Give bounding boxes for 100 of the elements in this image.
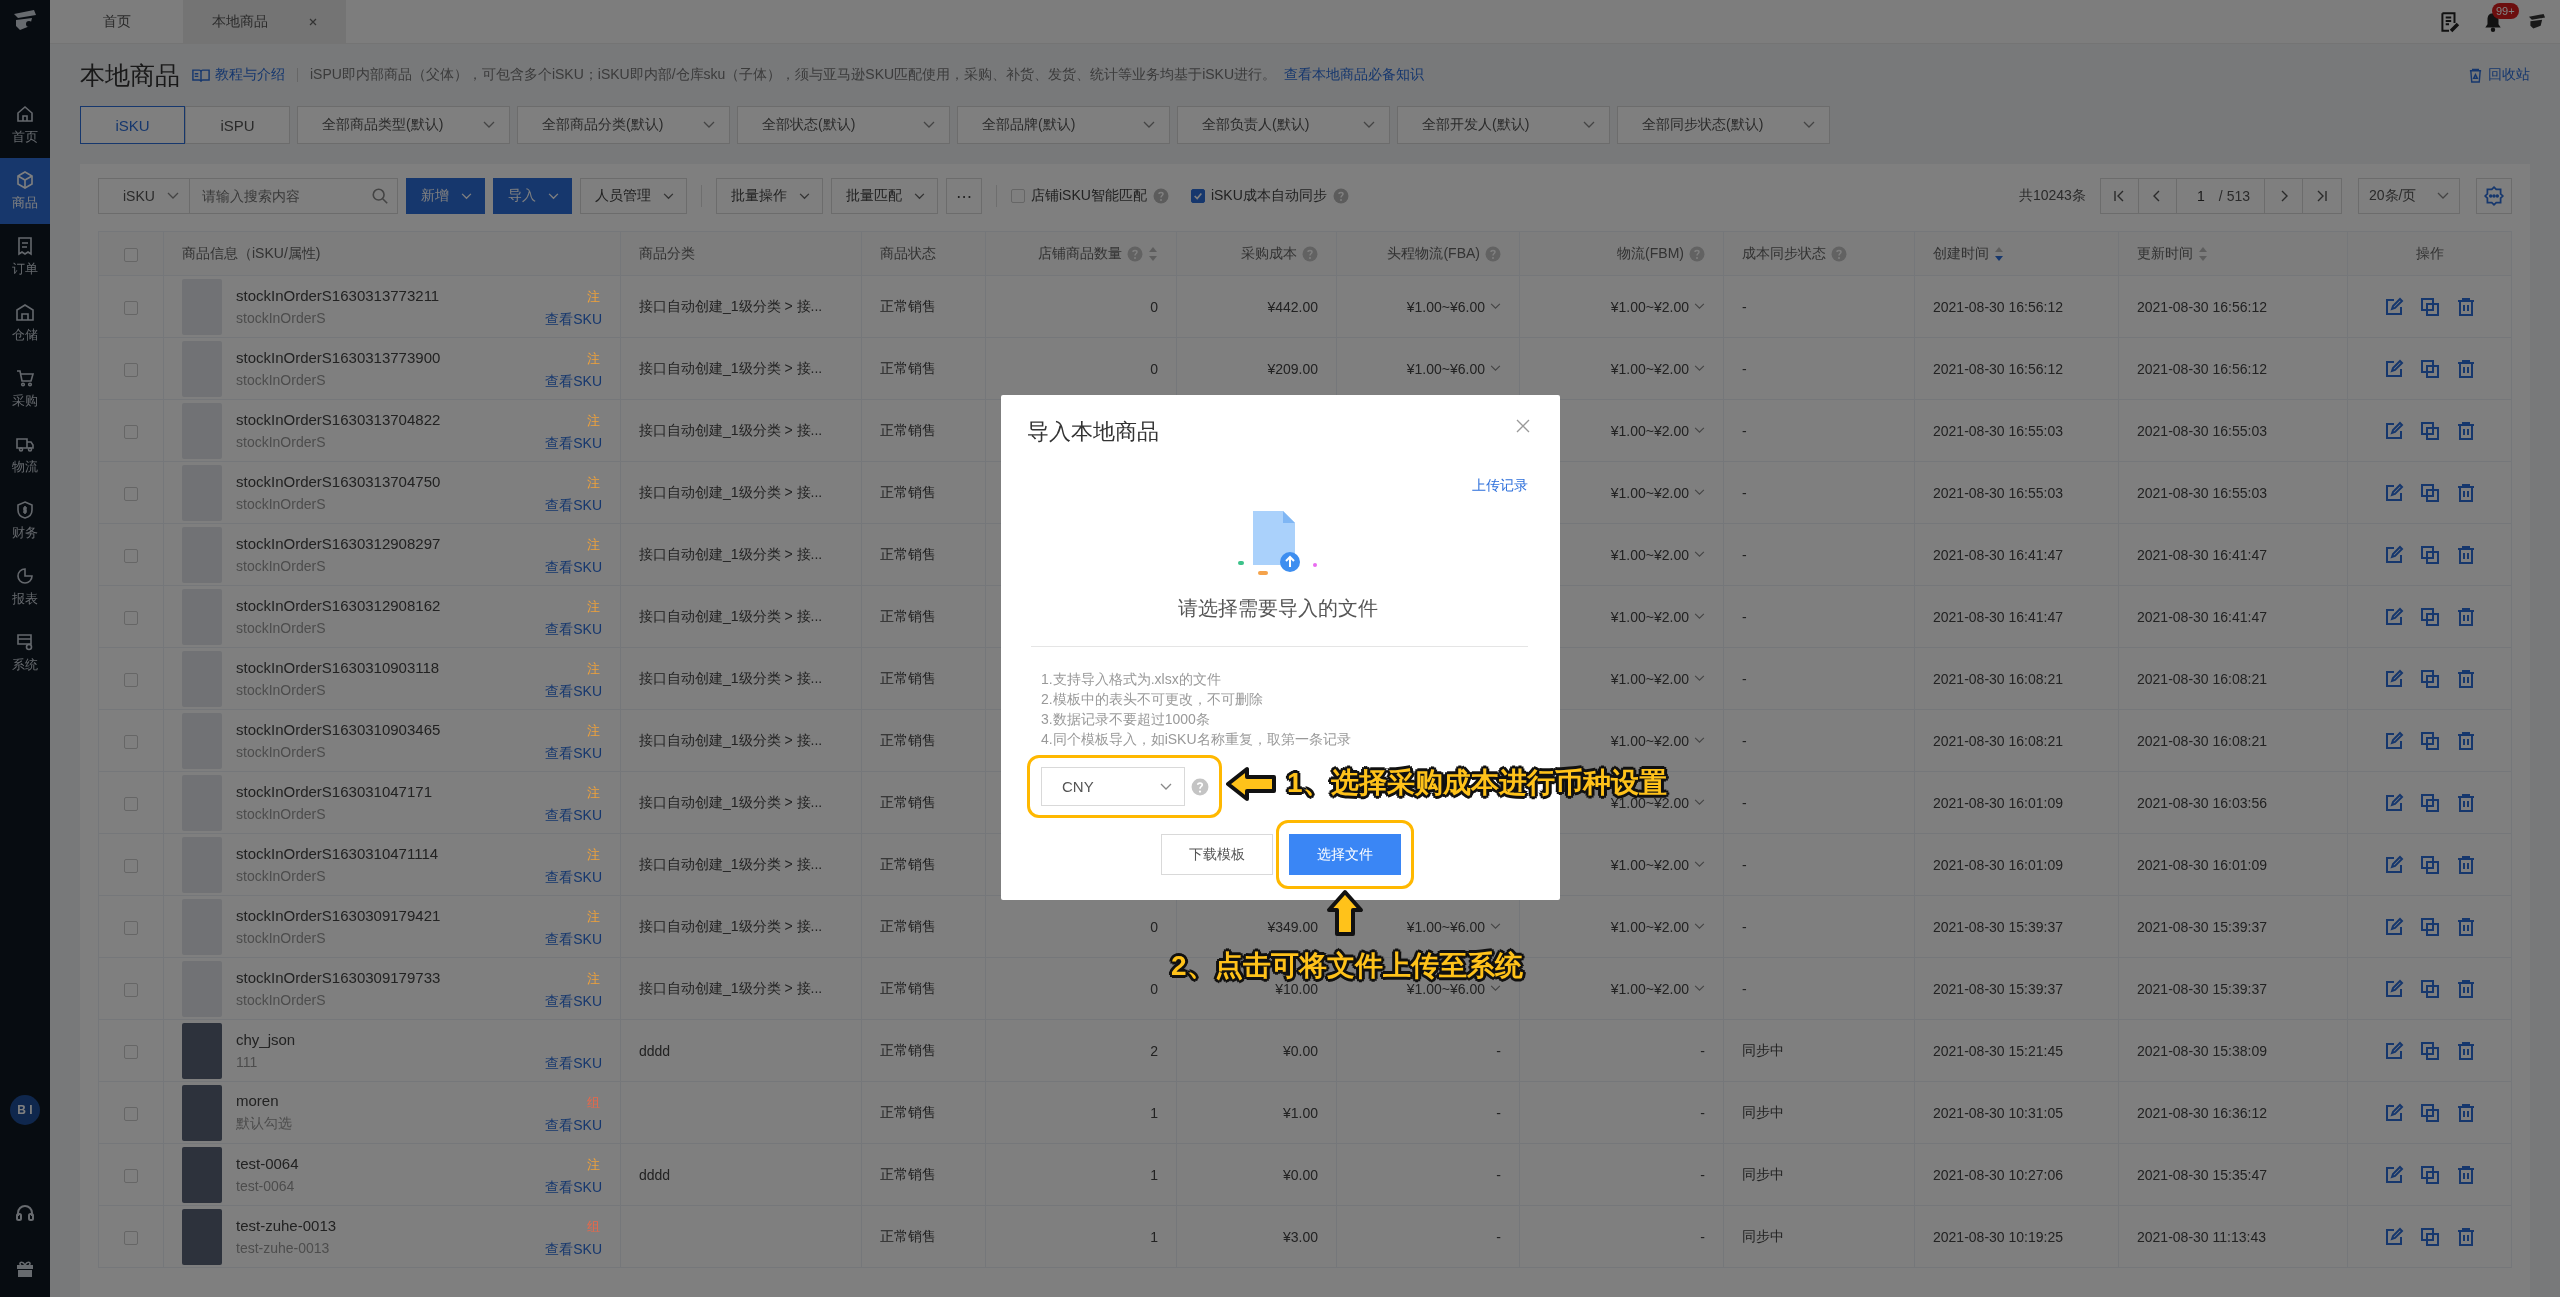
toolbar-button[interactable]: 导入 <box>493 178 572 214</box>
sidebar-item[interactable]: 物流 <box>0 422 50 488</box>
delete-icon[interactable] <box>2455 1164 2476 1185</box>
delete-icon[interactable] <box>2455 296 2476 317</box>
delete-icon[interactable] <box>2455 854 2476 875</box>
caret-icon[interactable] <box>1490 303 1501 310</box>
page-size-dropdown[interactable]: 20条/页 <box>2358 178 2460 214</box>
view-sku-link[interactable]: 查看SKU <box>545 1240 602 1259</box>
edit-icon[interactable] <box>2383 854 2404 875</box>
view-toggle[interactable]: iSKU <box>80 106 185 144</box>
checkbox[interactable] <box>1190 189 1205 203</box>
toolbar-button[interactable]: 批量操作 <box>716 178 823 214</box>
view-sku-link[interactable]: 查看SKU <box>545 434 602 453</box>
view-sku-link[interactable]: 查看SKU <box>545 496 602 515</box>
copy-icon[interactable] <box>2419 420 2440 441</box>
edit-icon[interactable] <box>2383 296 2404 317</box>
view-sku-link[interactable]: 查看SKU <box>545 372 602 391</box>
caret-icon[interactable] <box>1694 365 1705 372</box>
row-checkbox[interactable] <box>124 424 138 439</box>
sidebar-item[interactable]: 首页 <box>0 92 50 158</box>
view-sku-link[interactable]: 查看SKU <box>545 806 602 825</box>
delete-icon[interactable] <box>2455 730 2476 751</box>
caret-icon[interactable] <box>1694 427 1705 434</box>
currency-dropdown[interactable]: CNY <box>1041 767 1185 806</box>
close-icon[interactable] <box>307 16 318 27</box>
filter-dropdown[interactable]: 全部品牌(默认) <box>957 106 1170 144</box>
caret-icon[interactable] <box>1694 303 1705 310</box>
delete-icon[interactable] <box>2455 916 2476 937</box>
edit-icon[interactable] <box>2383 978 2404 999</box>
edit-icon[interactable] <box>2383 1102 2404 1123</box>
delete-icon[interactable] <box>2455 420 2476 441</box>
copy-icon[interactable] <box>2419 978 2440 999</box>
row-checkbox[interactable] <box>124 920 138 935</box>
caret-icon[interactable] <box>1490 365 1501 372</box>
page-tab[interactable]: 首页 <box>50 0 183 43</box>
edit-icon[interactable] <box>2383 792 2404 813</box>
tutorial-link[interactable]: 教程与介绍 <box>192 66 285 84</box>
search-field[interactable]: iSKU 请输入搜索内容 <box>98 178 398 214</box>
caret-icon[interactable] <box>1490 923 1501 930</box>
caret-icon[interactable] <box>1490 985 1501 992</box>
notes-icon[interactable] <box>2438 10 2460 33</box>
toolbar-button[interactable]: 人员管理 <box>580 178 687 214</box>
caret-icon[interactable] <box>1694 737 1705 744</box>
knowledge-link[interactable]: 查看本地商品必备知识 <box>1284 66 1425 84</box>
copy-icon[interactable] <box>2419 730 2440 751</box>
delete-icon[interactable] <box>2455 1226 2476 1247</box>
edit-icon[interactable] <box>2383 544 2404 565</box>
sort-icon[interactable] <box>1148 245 1158 262</box>
view-sku-link[interactable]: 查看SKU <box>545 620 602 639</box>
dialog-button[interactable]: 下载模板 <box>1161 834 1273 875</box>
delete-icon[interactable] <box>2455 1040 2476 1061</box>
view-sku-link[interactable]: 查看SKU <box>545 992 602 1011</box>
row-checkbox[interactable] <box>124 858 138 873</box>
caret-icon[interactable] <box>1694 923 1705 930</box>
caret-icon[interactable] <box>1694 489 1705 496</box>
row-checkbox[interactable] <box>124 672 138 687</box>
delete-icon[interactable] <box>2455 482 2476 503</box>
row-checkbox[interactable] <box>124 548 138 563</box>
copy-icon[interactable] <box>2419 1102 2440 1123</box>
sidebar-item[interactable]: 采购 <box>0 356 50 422</box>
help-icon[interactable] <box>1332 188 1349 204</box>
bi-badge[interactable]: B I <box>10 1095 40 1125</box>
edit-icon[interactable] <box>2383 420 2404 441</box>
copy-icon[interactable] <box>2419 668 2440 689</box>
recycle-bin-link[interactable]: 回收站 <box>2468 66 2530 84</box>
caret-icon[interactable] <box>1694 861 1705 868</box>
delete-icon[interactable] <box>2455 978 2476 999</box>
sidebar-item[interactable]: 订单 <box>0 224 50 290</box>
caret-icon[interactable] <box>1694 613 1705 620</box>
row-checkbox[interactable] <box>124 1106 138 1121</box>
sidebar-item[interactable]: 报表 <box>0 554 50 620</box>
caret-icon[interactable] <box>1694 985 1705 992</box>
copy-icon[interactable] <box>2419 1226 2440 1247</box>
row-checkbox[interactable] <box>124 1168 138 1183</box>
view-sku-link[interactable]: 查看SKU <box>545 868 602 887</box>
edit-icon[interactable] <box>2383 482 2404 503</box>
search-type-dropdown[interactable]: iSKU <box>99 179 190 213</box>
sort-icon[interactable] <box>1994 245 2004 262</box>
toolbar-button[interactable]: 新增 <box>406 178 485 214</box>
filter-dropdown[interactable]: 全部负责人(默认) <box>1177 106 1390 144</box>
view-sku-link[interactable]: 查看SKU <box>545 558 602 577</box>
edit-icon[interactable] <box>2383 668 2404 689</box>
row-checkbox[interactable] <box>124 982 138 997</box>
sidebar-item[interactable]: 系统 <box>0 620 50 686</box>
close-icon[interactable] <box>1516 419 1530 433</box>
row-checkbox[interactable] <box>124 1230 138 1245</box>
copy-icon[interactable] <box>2419 792 2440 813</box>
view-sku-link[interactable]: 查看SKU <box>545 1116 602 1135</box>
more-button[interactable]: ⋯ <box>946 178 982 214</box>
upload-history-link[interactable]: 上传记录 <box>1472 477 1528 495</box>
row-checkbox[interactable] <box>124 486 138 501</box>
view-sku-link[interactable]: 查看SKU <box>545 1054 602 1073</box>
settings-button[interactable] <box>2476 178 2512 214</box>
delete-icon[interactable] <box>2455 1102 2476 1123</box>
edit-icon[interactable] <box>2383 1040 2404 1061</box>
sidebar-item[interactable]: 财务 <box>0 488 50 554</box>
edit-icon[interactable] <box>2383 916 2404 937</box>
caret-icon[interactable] <box>1694 551 1705 558</box>
sort-icon[interactable] <box>2198 245 2208 262</box>
view-sku-link[interactable]: 查看SKU <box>545 682 602 701</box>
